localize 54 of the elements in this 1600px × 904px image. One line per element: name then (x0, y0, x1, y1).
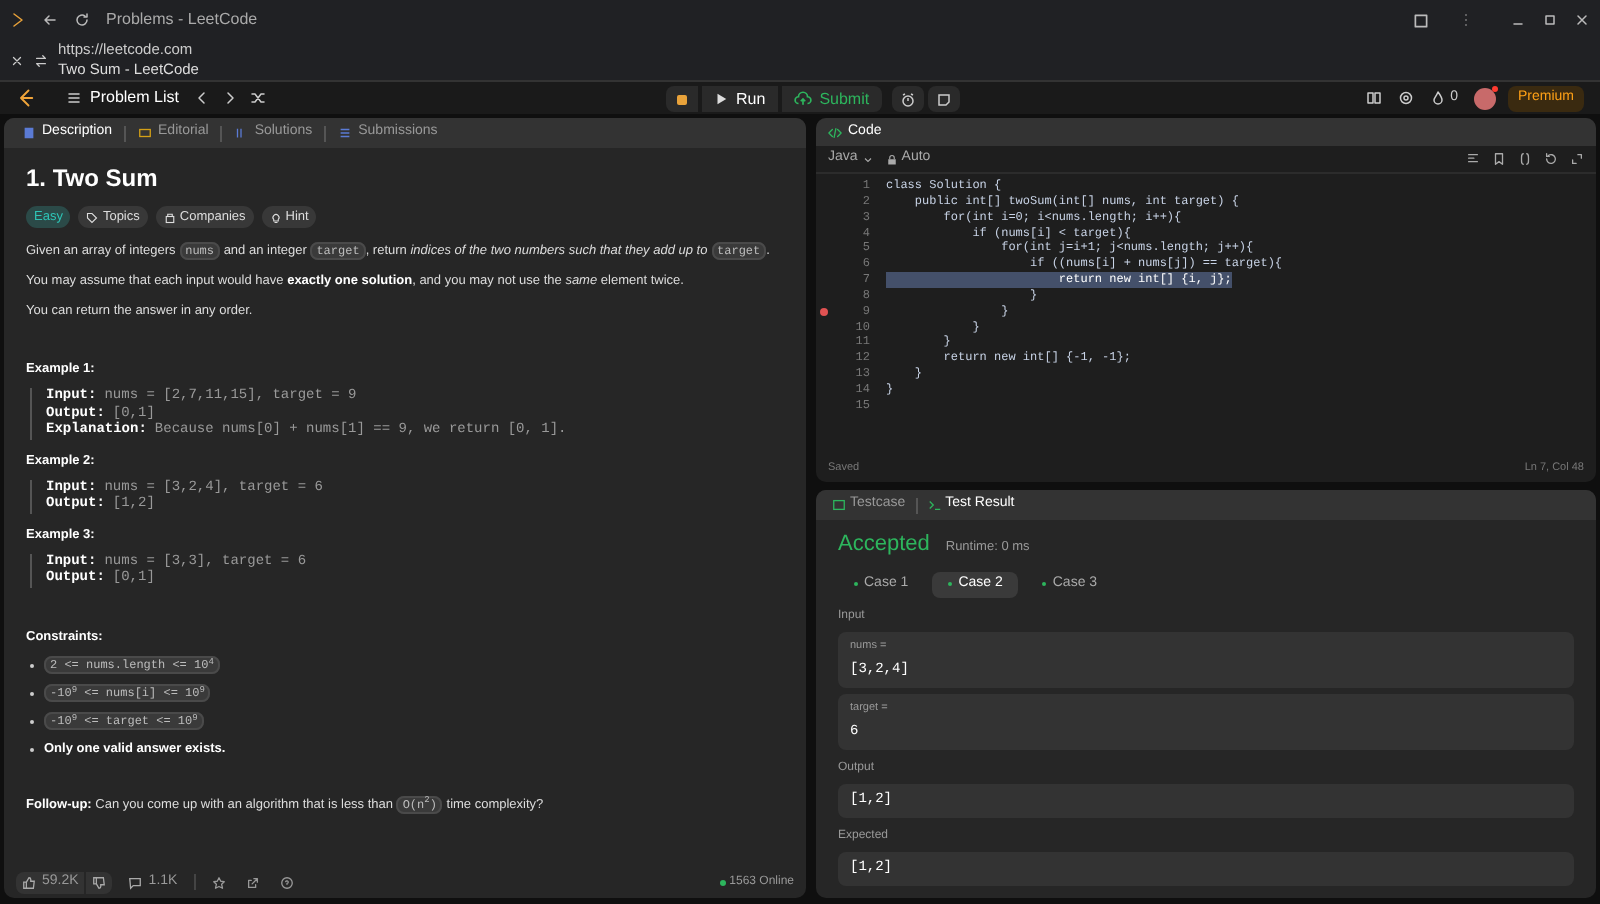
cloud-upload-icon (793, 90, 812, 108)
close-icon[interactable] (10, 53, 24, 67)
verdict-text: Accepted (838, 530, 930, 560)
play-icon (714, 92, 728, 106)
avatar[interactable] (1473, 87, 1496, 109)
window-title: Problems - LeetCode (106, 8, 258, 32)
notes-button[interactable] (927, 86, 960, 112)
bookmark-icon[interactable] (1492, 152, 1506, 166)
problem-title: 1. Two Sum (26, 164, 160, 192)
thumbs-up-icon (22, 875, 36, 889)
reset-icon[interactable] (1544, 152, 1558, 166)
debug-button[interactable] (666, 86, 698, 112)
shuffle-icon[interactable] (250, 90, 267, 106)
comment-icon (128, 875, 143, 889)
run-button[interactable]: Run (702, 86, 778, 112)
code-icon (828, 125, 842, 139)
star-icon[interactable] (211, 875, 226, 889)
thumbs-down-icon (92, 875, 107, 889)
chevron-down-icon (861, 153, 874, 165)
swap-icon[interactable] (34, 53, 48, 67)
close-icon[interactable] (1574, 12, 1590, 28)
leetcode-logo-icon[interactable] (16, 88, 36, 108)
app-logo-icon (10, 12, 26, 28)
chevron-right-icon[interactable] (222, 90, 239, 106)
alarm-clock-icon (899, 91, 916, 107)
back-icon[interactable] (42, 12, 58, 28)
topics-icon (86, 211, 99, 223)
problem-list-link[interactable]: Problem List (90, 86, 179, 110)
extension-icon[interactable] (1412, 11, 1430, 29)
companies-icon (163, 211, 176, 223)
expand-icon[interactable] (1570, 152, 1584, 166)
lock-icon (885, 153, 898, 165)
layout-icon[interactable] (1366, 90, 1383, 106)
flame-icon[interactable] (1430, 90, 1447, 106)
hint-icon (269, 211, 282, 223)
dislike-button[interactable] (86, 871, 113, 893)
terminal-icon (927, 498, 942, 512)
braces-icon[interactable] (1518, 152, 1532, 166)
tab-icon (22, 126, 36, 140)
reload-icon[interactable] (74, 12, 90, 28)
submit-button[interactable]: Submit (781, 86, 882, 112)
list-icon (66, 90, 82, 106)
format-icon[interactable] (1466, 152, 1480, 166)
timer-button[interactable] (891, 86, 924, 112)
chevron-left-icon[interactable] (194, 90, 211, 106)
share-icon[interactable] (245, 875, 260, 889)
note-icon (935, 91, 952, 107)
settings-icon[interactable] (1398, 90, 1415, 106)
tab-icon (138, 126, 153, 140)
debug-icon (674, 91, 690, 107)
checkbox-icon (832, 498, 846, 512)
tab-icon (338, 126, 353, 140)
help-icon[interactable] (279, 875, 294, 889)
maximize-icon[interactable] (1542, 12, 1558, 28)
